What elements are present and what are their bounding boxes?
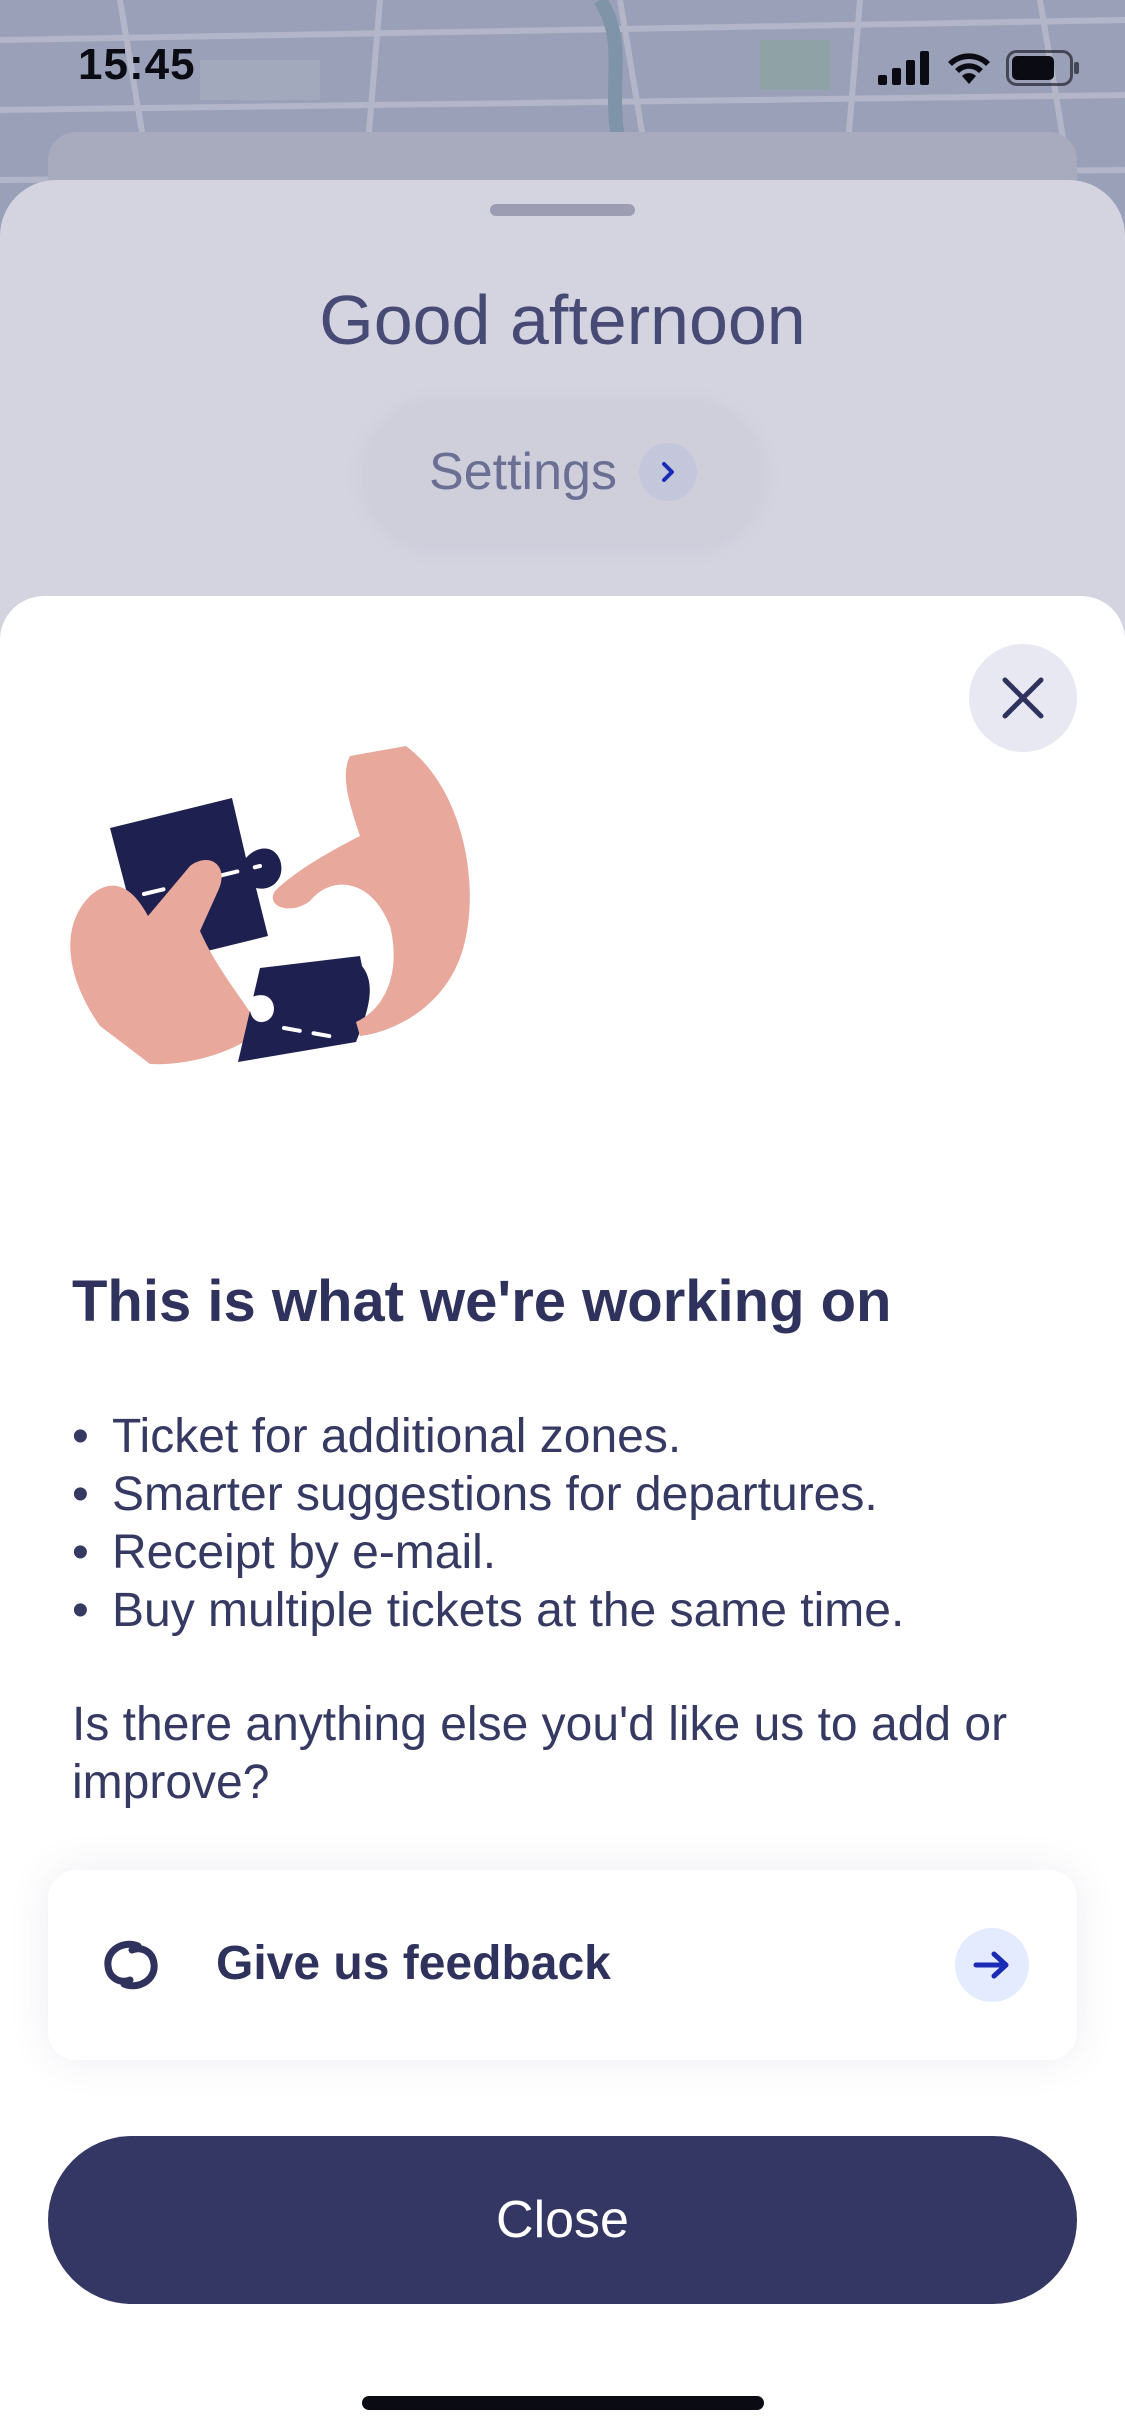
puzzle-hands-illustration: [70, 746, 470, 1065]
give-feedback-button[interactable]: Give us feedback: [48, 1870, 1077, 2060]
status-time: 15:45: [78, 40, 196, 89]
right-puzzle-piece: [238, 956, 370, 1062]
settings-label: Settings: [429, 443, 617, 501]
arrow-right-icon: [955, 1928, 1029, 2002]
chat-bubbles-icon: [104, 1940, 158, 1990]
sheet-grabber[interactable]: [490, 204, 635, 216]
battery-icon: [1006, 50, 1079, 86]
home-indicator[interactable]: [362, 2396, 764, 2410]
feedback-question: Is there anything else you'd like us to …: [72, 1698, 1008, 1809]
close-icon: [1002, 677, 1044, 719]
greeting-title: Good afternoon: [319, 281, 806, 359]
modal-title: This is what we're working on: [72, 1269, 892, 1334]
feature-item: Smarter suggestions for departures.: [72, 1466, 1072, 1524]
wifi-icon: [948, 53, 990, 84]
chevron-right-icon: [638, 443, 697, 501]
feature-item: Receipt by e-mail.: [72, 1524, 1072, 1582]
feedback-label: Give us feedback: [216, 1937, 611, 1990]
close-icon-button[interactable]: [969, 644, 1077, 752]
app-screen: 15:45 Good afternoon Settings This is wh…: [0, 0, 1125, 2435]
whats-new-modal: This is what we're working on Ticket for…: [0, 596, 1125, 2435]
settings-button[interactable]: Settings: [364, 400, 762, 544]
feature-list: Ticket for additional zones. Smarter sug…: [72, 1408, 1072, 1640]
close-button[interactable]: Close: [48, 2136, 1077, 2304]
feature-item: Buy multiple tickets at the same time.: [72, 1582, 1072, 1640]
feature-item: Ticket for additional zones.: [72, 1408, 1072, 1466]
cellular-signal-icon: [878, 51, 929, 85]
status-bar: 15:45: [0, 0, 1125, 135]
status-icons: [878, 50, 1080, 86]
